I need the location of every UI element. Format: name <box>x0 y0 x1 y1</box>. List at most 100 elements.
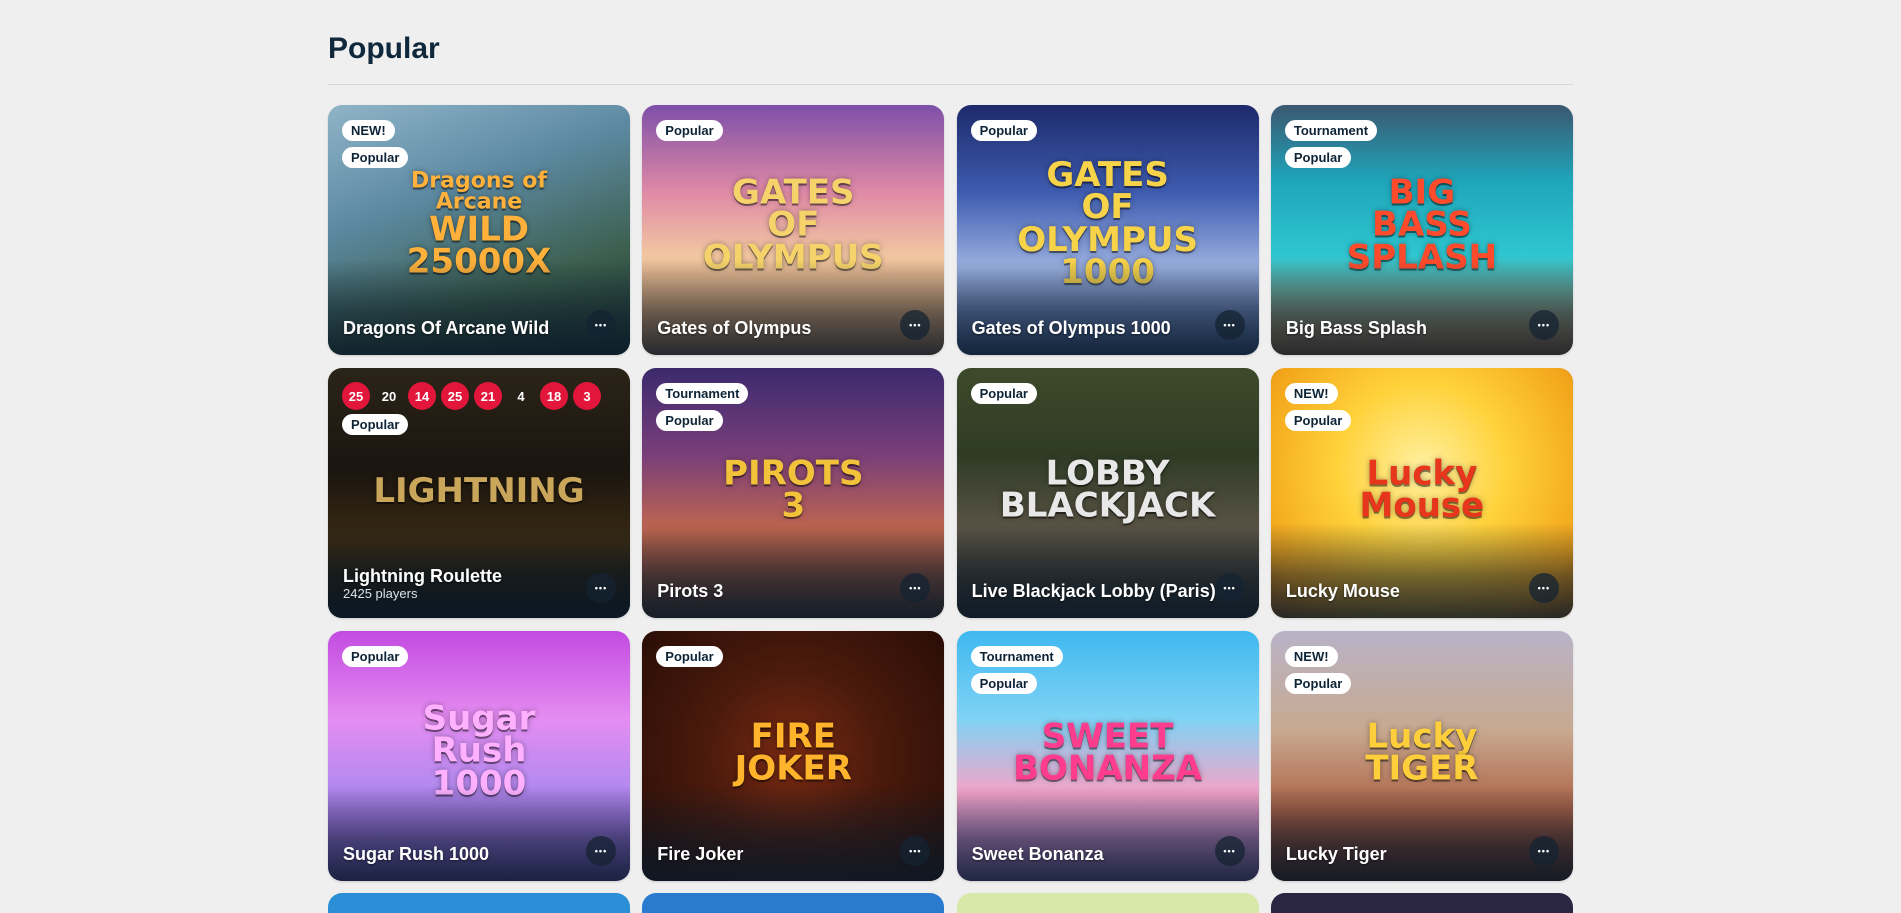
badge-list: Popular <box>656 120 723 141</box>
more-dots-icon: ••• <box>1223 582 1236 593</box>
game-title: Gates of Olympus 1000 <box>971 318 1171 338</box>
roulette-result-number: 25 <box>342 382 370 410</box>
more-dots-icon: ••• <box>1537 319 1551 330</box>
game-tile-partial[interactable] <box>328 893 630 913</box>
game-logo-line: LIGHTNING <box>373 471 585 512</box>
game-logo: Lucky Mouse <box>1359 456 1485 526</box>
game-title: Pirots 3 <box>657 581 724 601</box>
game-tile-partial[interactable] <box>956 893 1259 913</box>
more-dots-icon: ••• <box>909 582 922 593</box>
game-tile[interactable]: LIGHTNING 25 20 14 25 21 4 18 3 Popular Lightning … <box>328 368 630 618</box>
badge-list: Popular <box>970 383 1037 404</box>
game-title: Live Blackjack Lobby (Paris) <box>971 581 1216 601</box>
game-title: Dragons Of Arcane Wild <box>343 318 550 338</box>
badge-list: NEW! Popular <box>1284 383 1352 431</box>
tile-badge: NEW! <box>1284 646 1338 667</box>
game-title: Big Bass Splash <box>1285 318 1427 338</box>
game-logo-line: Dragons of Arcane <box>411 168 547 215</box>
game-tile[interactable]: LOBBY BLACKJACK Popular Live Blackjack Lobb… <box>956 368 1259 618</box>
tile-badge: NEW! <box>342 120 395 141</box>
tile-badge: Popular <box>1284 410 1352 431</box>
badge-list: Tournament Popular <box>970 646 1063 694</box>
more-dots-icon: ••• <box>1537 845 1551 856</box>
game-tile[interactable]: GATES OFOLYMPUS1000PopularGates of Olymp… <box>956 105 1259 355</box>
more-options-button[interactable]: ••• <box>1214 836 1245 866</box>
game-logo-line: BIG BASS <box>1372 172 1472 246</box>
tile-badge: Popular <box>342 414 409 435</box>
tile-gradient <box>642 523 945 618</box>
game-tile[interactable]: Lucky TIGER NEW! Popular Lucky Tiger ••• <box>1270 631 1573 881</box>
game-logo-line: FIRE JOKER <box>734 716 852 789</box>
game-tile[interactable]: Sugar Rush 1000 Popular Sugar Rush 1000 ••• <box>328 631 630 881</box>
tile-badge: Popular <box>1284 673 1352 694</box>
badge-list: Tournament Popular <box>1284 120 1378 168</box>
more-dots-icon: ••• <box>594 319 608 330</box>
tile-badge: Popular <box>342 147 409 168</box>
more-options-button[interactable]: ••• <box>1528 310 1559 340</box>
tile-gradient <box>1270 786 1573 881</box>
game-tile[interactable]: FIRE JOKER Popular Fire Joker ••• <box>642 631 945 881</box>
game-tile[interactable]: PIROTS 3 Tournament Popular Pirots 3 ••• <box>642 368 945 618</box>
game-tile-partial[interactable] <box>642 893 945 913</box>
game-tile[interactable]: GATES OF OLYMPUS Popular Gates of Olympus ••… <box>642 105 945 355</box>
player-count: 2425 players <box>343 586 418 601</box>
more-options-button[interactable]: ••• <box>1528 573 1559 603</box>
game-grid: Dragons of ArcaneWILD25000XNEW!PopularDr… <box>328 105 1573 881</box>
more-options-button[interactable]: ••• <box>1214 573 1245 603</box>
badge-list: Tournament Popular <box>656 383 749 431</box>
game-tile[interactable]: SWEET BONANZA Tournament Popular Sweet Bonan… <box>956 631 1259 881</box>
game-logo-line: GATES OF <box>1046 154 1169 228</box>
game-logo-line: BONANZA <box>1013 748 1203 789</box>
game-logo-line: Mouse <box>1359 485 1485 526</box>
tile-badge: Tournament <box>656 383 749 404</box>
tile-badge: NEW! <box>1284 383 1338 404</box>
tile-badge: Popular <box>656 120 723 141</box>
roulette-result-number: 21 <box>474 382 502 410</box>
game-title: Lightning Roulette <box>343 566 502 586</box>
tile-gradient <box>956 786 1259 881</box>
tile-badge: Tournament <box>1284 120 1378 141</box>
game-logo: FIRE JOKER <box>718 716 869 789</box>
game-tile[interactable]: Lucky Mouse NEW! Popular Lucky Mouse ••• <box>1270 368 1573 618</box>
roulette-results: 25 20 14 25 21 4 18 3 <box>342 382 601 410</box>
game-title: Lucky Tiger <box>1285 844 1387 864</box>
game-title: Gates of Olympus <box>657 318 812 338</box>
game-title: Sweet Bonanza <box>971 844 1104 864</box>
more-options-button[interactable]: ••• <box>586 310 616 340</box>
more-options-button[interactable]: ••• <box>1528 836 1559 866</box>
more-dots-icon: ••• <box>909 319 922 330</box>
more-dots-icon: ••• <box>594 845 608 856</box>
game-tile[interactable]: Dragons of ArcaneWILD25000XNEW!PopularDr… <box>328 105 630 355</box>
tile-badge: Popular <box>656 410 723 431</box>
roulette-result-number: 3 <box>573 382 601 410</box>
more-dots-icon: ••• <box>594 582 608 593</box>
game-tile-partial[interactable] <box>1270 893 1573 913</box>
tile-badge: Popular <box>970 383 1037 404</box>
tile-badge: Popular <box>1284 147 1352 168</box>
tile-gradient <box>956 260 1259 355</box>
tile-gradient <box>1270 523 1573 618</box>
game-logo: LIGHTNING <box>373 471 585 512</box>
game-logo-line: Sugar Rush <box>422 698 536 772</box>
game-logo: PIROTS 3 <box>723 456 863 526</box>
tile-badge: Popular <box>656 646 723 667</box>
more-options-button[interactable]: ••• <box>1214 310 1245 340</box>
badge-list: Popular <box>970 120 1037 141</box>
more-options-button[interactable]: ••• <box>586 836 616 866</box>
more-dots-icon: ••• <box>1223 319 1236 330</box>
game-logo-line: 3 <box>781 485 806 526</box>
tile-gradient <box>1270 260 1573 355</box>
more-options-button[interactable]: ••• <box>586 573 616 603</box>
game-logo-line: TIGER <box>1365 748 1479 789</box>
tile-gradient <box>642 786 945 881</box>
game-title: Fire Joker <box>657 844 744 864</box>
tile-gradient <box>956 523 1259 618</box>
tile-badge: Popular <box>970 673 1037 694</box>
roulette-result-number: 14 <box>408 382 436 410</box>
game-tile[interactable]: BIG BASS SPLASH Tournament Popular Big Bass … <box>1270 105 1573 355</box>
tile-gradient <box>328 786 630 881</box>
game-logo: LOBBY BLACKJACK <box>999 456 1216 526</box>
badge-list: Popular <box>656 646 723 667</box>
roulette-result-number: 4 <box>517 388 525 404</box>
game-logo-line: BLACKJACK <box>999 485 1216 526</box>
